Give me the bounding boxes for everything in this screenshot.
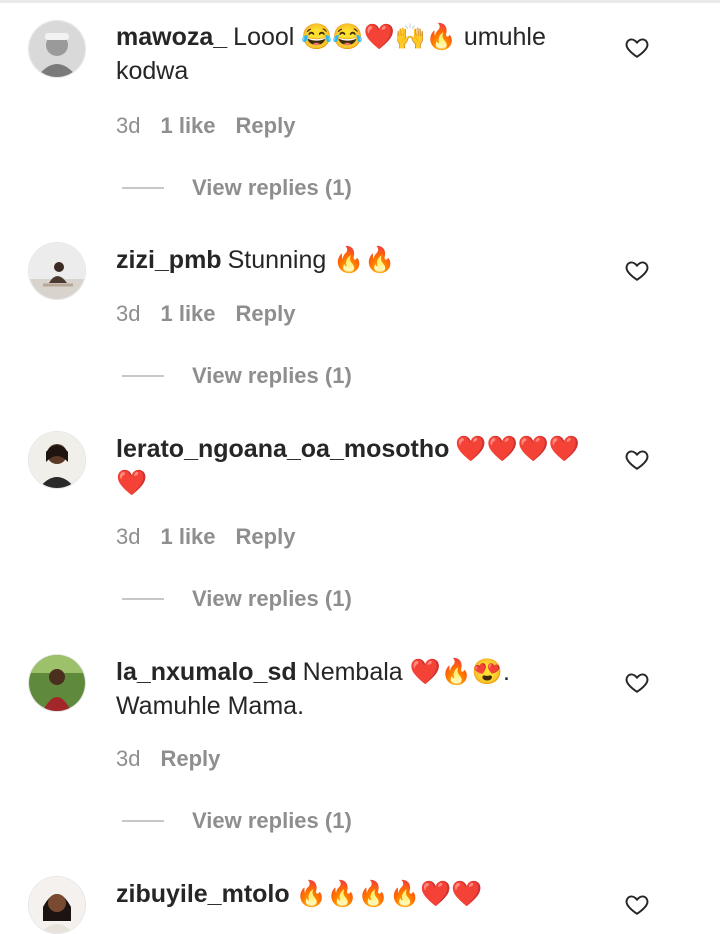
comment-text: zibuyile_mtolo 🔥🔥🔥🔥❤️❤️ bbox=[116, 877, 586, 911]
avatar[interactable] bbox=[28, 20, 86, 78]
like-heart-icon[interactable] bbox=[624, 34, 650, 60]
comment-likes[interactable]: 1 like bbox=[160, 524, 215, 550]
comment-username[interactable]: mawoza_ bbox=[116, 23, 227, 51]
comment-likes[interactable]: 1 like bbox=[160, 113, 215, 139]
comment-meta: 3d Reply bbox=[116, 746, 220, 772]
reply-button[interactable]: Reply bbox=[236, 301, 296, 327]
comment-username[interactable]: lerato_ngoana_oa_mosotho bbox=[116, 435, 449, 463]
comment-body: Stunning 🔥🔥 bbox=[227, 246, 396, 274]
replies-divider bbox=[122, 187, 164, 189]
reply-button[interactable]: Reply bbox=[160, 746, 220, 772]
comment-time: 3d bbox=[116, 301, 141, 326]
comment-username[interactable]: zibuyile_mtolo bbox=[116, 880, 290, 908]
view-replies-button[interactable]: View replies (1) bbox=[122, 586, 352, 612]
avatar[interactable] bbox=[28, 876, 86, 934]
comment-username[interactable]: la_nxumalo_sd bbox=[116, 658, 297, 686]
like-heart-icon[interactable] bbox=[624, 257, 650, 283]
view-replies-label[interactable]: View replies (1) bbox=[192, 363, 352, 389]
reply-button[interactable]: Reply bbox=[236, 113, 296, 139]
like-heart-icon[interactable] bbox=[624, 446, 650, 472]
comment-time: 3d bbox=[116, 746, 141, 771]
avatar[interactable] bbox=[28, 654, 86, 712]
view-replies-button[interactable]: View replies (1) bbox=[122, 363, 352, 389]
comment-text: la_nxumalo_sd Nembala ❤️🔥😍. Wamuhle Mama. bbox=[116, 655, 586, 723]
view-replies-label[interactable]: View replies (1) bbox=[192, 808, 352, 834]
view-replies-label[interactable]: View replies (1) bbox=[192, 586, 352, 612]
comment-text: zizi_pmb Stunning 🔥🔥 bbox=[116, 243, 586, 277]
like-heart-icon[interactable] bbox=[624, 891, 650, 917]
comment-meta: 3d 1 like Reply bbox=[116, 113, 295, 139]
comment-meta: 3d 1 like Reply bbox=[116, 524, 295, 550]
reply-button[interactable]: Reply bbox=[236, 524, 296, 550]
view-replies-button[interactable]: View replies (1) bbox=[122, 808, 352, 834]
comment-text: mawoza_ Loool 😂😂❤️🙌🔥 umuhle kodwa bbox=[116, 20, 586, 88]
comment-likes[interactable]: 1 like bbox=[160, 301, 215, 327]
comment-meta: 3d 1 like Reply bbox=[116, 301, 295, 327]
replies-divider bbox=[122, 820, 164, 822]
replies-divider bbox=[122, 375, 164, 377]
view-replies-label[interactable]: View replies (1) bbox=[192, 175, 352, 201]
avatar[interactable] bbox=[28, 431, 86, 489]
comment-text: lerato_ngoana_oa_mosotho ❤️❤️❤️❤️❤️ bbox=[116, 432, 586, 500]
replies-divider bbox=[122, 598, 164, 600]
comment-time: 3d bbox=[116, 524, 141, 549]
comment-username[interactable]: zizi_pmb bbox=[116, 246, 222, 274]
comment-body: 🔥🔥🔥🔥❤️❤️ bbox=[295, 880, 483, 908]
view-replies-button[interactable]: View replies (1) bbox=[122, 175, 352, 201]
like-heart-icon[interactable] bbox=[624, 669, 650, 695]
comment-time: 3d bbox=[116, 113, 141, 138]
top-divider bbox=[0, 0, 720, 3]
avatar[interactable] bbox=[28, 242, 86, 300]
